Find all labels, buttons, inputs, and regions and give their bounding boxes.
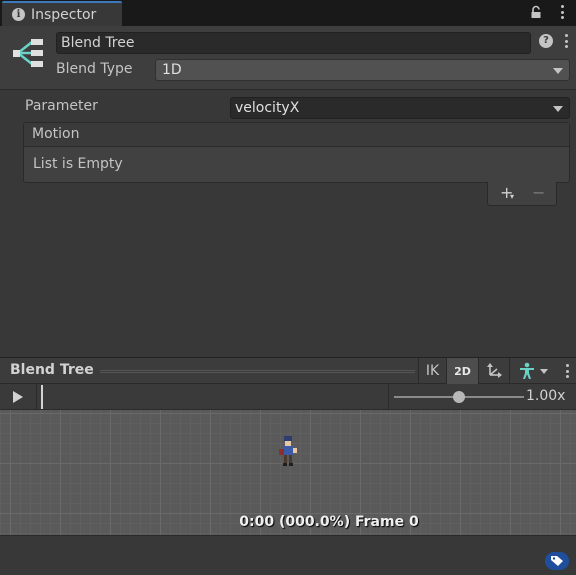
speed-slider-thumb[interactable]: [453, 391, 465, 403]
character-sprite: [279, 436, 297, 466]
chevron-down-icon: [539, 368, 548, 374]
component-menu-icon[interactable]: [564, 34, 568, 48]
chevron-down-icon: [553, 68, 563, 74]
blend-tree-header: Blend Tree ? Blend Type 1D: [0, 26, 576, 90]
preview-timeline: 1.00x: [0, 384, 576, 410]
help-icon[interactable]: ?: [539, 34, 553, 48]
blend-type-label: Blend Type: [56, 61, 133, 77]
preview-toolbar: Blend Tree IK 2D: [0, 357, 576, 384]
tab-menu-icon[interactable]: [560, 5, 564, 19]
motion-list-empty: List is Empty: [33, 156, 123, 172]
remove-motion-button[interactable]: −: [532, 183, 545, 202]
timeline-divider: [36, 384, 37, 410]
blend-type-dropdown[interactable]: 1D: [155, 59, 570, 81]
pivot-toggle-button[interactable]: [478, 358, 509, 384]
tab-label: Inspector: [31, 6, 97, 23]
motion-list: Motion List is Empty: [23, 122, 570, 183]
tag-icon: [551, 556, 563, 566]
ik-toggle-button[interactable]: IK: [418, 358, 446, 384]
lock-icon[interactable]: [529, 5, 543, 19]
avatar-preview-dropdown[interactable]: [509, 358, 555, 384]
playback-speed-control: 1.00x: [388, 384, 576, 410]
frame-readout: 0:00 (000.0%) Frame 0: [239, 514, 419, 530]
2d-toggle-button[interactable]: 2D: [446, 358, 478, 384]
tab-bar: i Inspector: [0, 0, 576, 26]
info-icon: i: [12, 8, 25, 21]
inspector-panel: Blend Tree ? Blend Type 1D Parameter vel…: [0, 26, 576, 575]
tab-inspector[interactable]: i Inspector: [2, 1, 122, 26]
preview-menu-icon[interactable]: [565, 364, 569, 378]
parameter-value: velocityX: [235, 100, 300, 116]
speed-value: 1.00x: [526, 388, 566, 404]
avatar-icon: [519, 362, 534, 379]
parameter-dropdown[interactable]: velocityX: [230, 97, 570, 119]
play-button[interactable]: [13, 391, 23, 403]
preview-drag-handle[interactable]: [100, 370, 415, 373]
motion-list-header: Motion: [24, 123, 569, 147]
status-bar: [0, 535, 576, 575]
parameter-label: Parameter: [25, 98, 98, 114]
add-motion-button[interactable]: + ▾: [500, 183, 514, 202]
blend-type-value: 1D: [162, 62, 182, 78]
preview-title: Blend Tree: [10, 362, 94, 378]
blend-tree-icon: [13, 39, 43, 67]
list-add-remove-footer: + ▾ −: [487, 182, 557, 206]
asset-label-icon[interactable]: [545, 552, 569, 570]
pivot-icon: [487, 363, 502, 378]
chevron-down-icon: [553, 106, 563, 112]
blend-tree-name-input[interactable]: Blend Tree: [56, 32, 531, 54]
timeline-playhead[interactable]: [41, 385, 43, 409]
preview-viewport[interactable]: 0:00 (000.0%) Frame 0: [0, 410, 576, 535]
